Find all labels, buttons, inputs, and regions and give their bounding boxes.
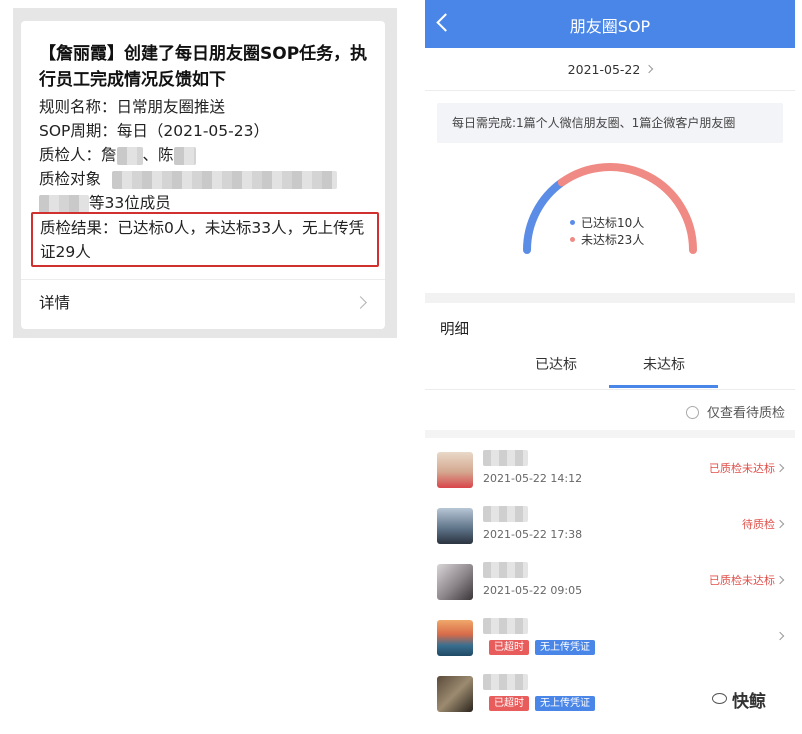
avatar (437, 564, 473, 600)
nav-bar: 朋友圈SOP (425, 0, 795, 48)
card-divider (21, 279, 385, 280)
legend-item-met: 已达标10人 (570, 215, 644, 232)
result-highlight-box: 质检结果：已达标0人，未达标33人，无上传凭证29人 (31, 212, 379, 267)
section-separator (425, 293, 795, 303)
member-row[interactable]: 2021-05-22 09:05 已质检未达标 (425, 556, 795, 613)
member-row[interactable]: 已超时 无上传凭证 (425, 612, 795, 669)
blurred-name (483, 618, 528, 634)
rule-name: 规则名称：日常朋友圈推送 (39, 98, 226, 116)
blurred-names (111, 170, 337, 189)
divider (425, 90, 795, 91)
no-proof-badge: 无上传凭证 (535, 640, 595, 655)
section-title: 明细 (440, 322, 469, 338)
avatar (437, 452, 473, 488)
chevron-right-icon (775, 575, 785, 585)
row-time: 2021-05-22 14:12 (483, 472, 583, 485)
brand-watermark: 快鲸 (700, 687, 766, 712)
details-link[interactable]: 详情 (39, 291, 70, 313)
blurred-name (483, 562, 528, 578)
legend-item-unmet: 未达标23人 (570, 232, 644, 249)
avatar (437, 676, 473, 712)
gauge-segment-met (523, 178, 566, 254)
blurred-name (39, 194, 89, 213)
tab-met[interactable]: 已达标 (535, 354, 577, 374)
row-status: 已质检未达标 (709, 462, 775, 475)
blurred-name (173, 146, 196, 165)
date-selector[interactable]: 2021-05-22 (425, 62, 795, 77)
avatar (437, 620, 473, 656)
blurred-name (116, 146, 143, 165)
row-status: 已质检未达标 (709, 574, 775, 587)
row-status: 待质检 (742, 518, 775, 531)
card-title: 【詹丽霞】创建了每日朋友圈SOP任务，执行员工完成情况反馈如下 (39, 44, 368, 90)
brand-text: 快鲸 (732, 692, 766, 712)
row-time: 2021-05-22 17:38 (483, 528, 583, 541)
row-time: 2021-05-22 09:05 (483, 584, 583, 597)
filter-label: 仅查看待质检 (706, 406, 785, 421)
blurred-name (483, 506, 528, 522)
target-line: 质检对象 (39, 167, 337, 191)
chevron-right-icon (645, 64, 654, 74)
nav-title: 朋友圈SOP (569, 17, 651, 36)
blurred-name (483, 674, 528, 690)
member-row[interactable]: 2021-05-22 17:38 待质检 (425, 500, 795, 557)
sop-notification-card[interactable]: 【詹丽霞】创建了每日朋友圈SOP任务，执行员工完成情况反馈如下 规则名称：日常朋… (21, 21, 385, 329)
inspection-result: 质检结果：已达标0人，未达标33人，无上传凭证29人 (40, 219, 365, 261)
legend-dot (570, 237, 575, 242)
chevron-right-icon (775, 463, 785, 473)
section-separator (425, 430, 795, 438)
overdue-badge: 已超时 (489, 696, 529, 711)
requirement-box: 每日需完成:1篇个人微信朋友圈、1篇企微客户朋友圈 (437, 103, 783, 143)
gauge-legend: 已达标10人 未达标23人 (570, 215, 644, 249)
sop-screen: 朋友圈SOP 2021-05-22 每日需完成:1篇个人微信朋友圈、1篇企微客户… (425, 0, 795, 734)
chevron-right-icon (354, 296, 367, 309)
chevron-right-icon (775, 631, 785, 641)
pending-only-filter[interactable]: 仅查看待质检 (685, 402, 785, 421)
active-tab-indicator (609, 385, 718, 388)
inspector-mid: 、陈 (142, 146, 174, 164)
date-label: 2021-05-22 (567, 62, 641, 77)
legend-label: 已达标10人 (581, 216, 645, 230)
avatar (437, 508, 473, 544)
legend-dot (570, 220, 575, 225)
chevron-right-icon (775, 519, 785, 529)
target-prefix: 质检对象 (39, 170, 102, 188)
radio-icon[interactable] (685, 406, 699, 419)
sop-period: SOP周期：每日（2021-05-23） (39, 122, 269, 140)
blurred-name (483, 450, 528, 466)
tab-unmet[interactable]: 未达标 (643, 354, 685, 374)
overdue-badge: 已超时 (489, 640, 529, 655)
inspector-prefix: 质检人：詹 (39, 146, 117, 164)
divider (425, 389, 795, 390)
target-suffix: 等33位成员 (89, 194, 171, 212)
legend-label: 未达标23人 (581, 233, 645, 247)
member-row[interactable]: 2021-05-22 14:12 已质检未达标 (425, 444, 795, 501)
inspector-line: 质检人：詹 、陈 (39, 143, 196, 167)
no-proof-badge: 无上传凭证 (535, 696, 595, 711)
